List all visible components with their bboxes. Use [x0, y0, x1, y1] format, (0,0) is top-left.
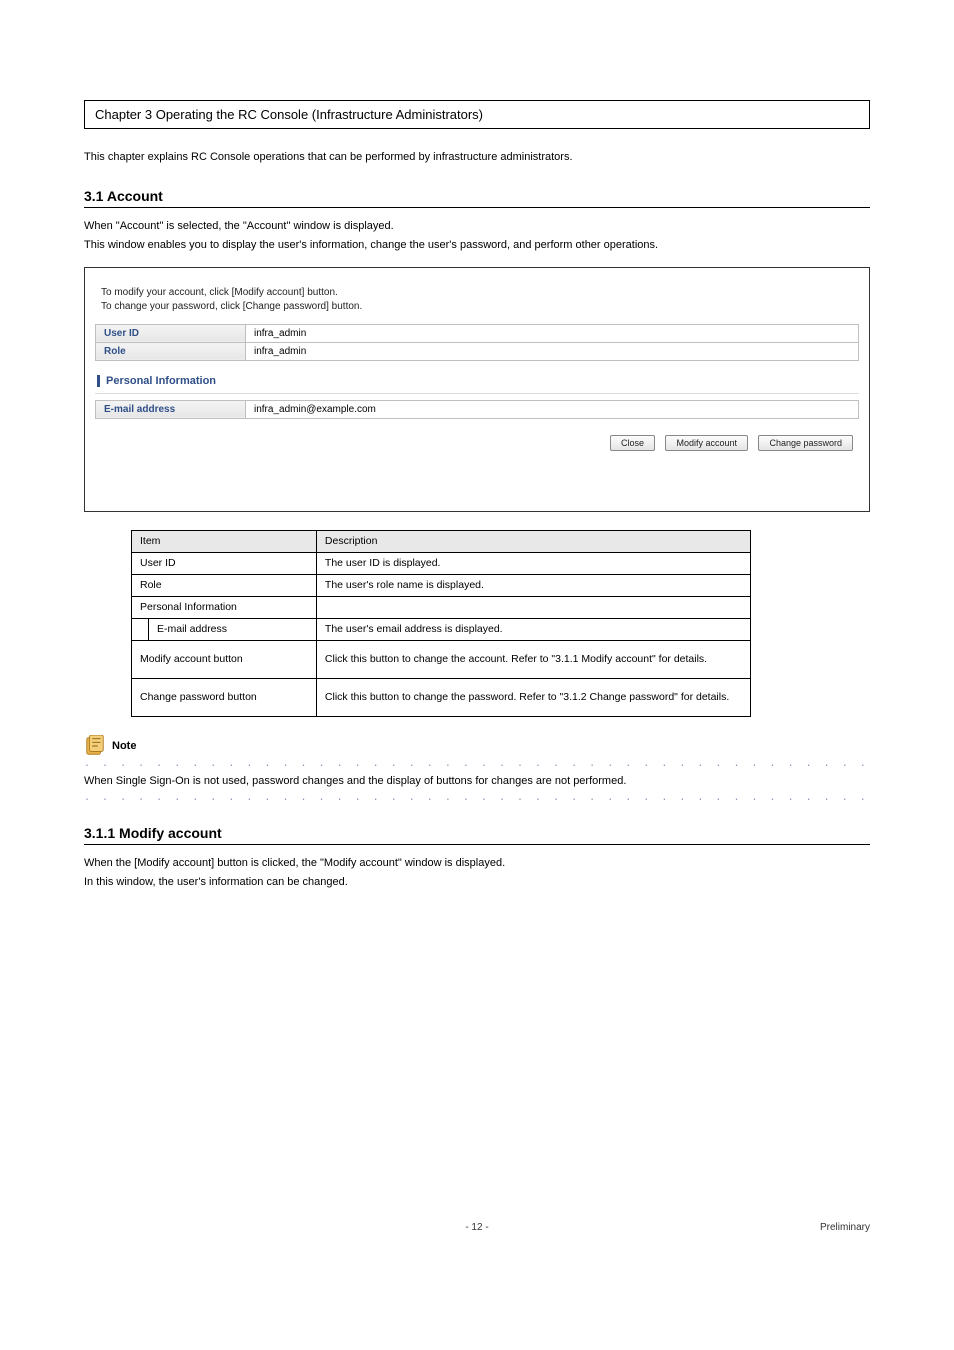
chapter-title: Chapter 3 Operating the RC Console (Infr… — [95, 107, 483, 122]
desc-cell: Click this button to change the password… — [316, 678, 750, 716]
page-footer: - 12 - Preliminary — [84, 1222, 870, 1233]
header-description: Description — [316, 530, 750, 552]
note-icon — [84, 735, 106, 757]
note-header: Note — [84, 735, 870, 757]
header-item: Item — [132, 530, 317, 552]
email-value: infra_admin@example.com — [246, 400, 859, 418]
dotted-rule: . . . . . . . . . . . . . . . . . . . . … — [84, 793, 870, 803]
intro-text: This chapter explains RC Console operati… — [84, 149, 870, 166]
role-label: Role — [96, 342, 246, 360]
item-cell: Role — [132, 574, 317, 596]
footer-status: Preliminary — [820, 1222, 870, 1233]
indent-cell — [132, 618, 149, 640]
desc-cell: The user's role name is displayed. — [316, 574, 750, 596]
chapter-title-box: Chapter 3 Operating the RC Console (Infr… — [84, 100, 870, 129]
table-row: Change password button Click this button… — [132, 678, 751, 716]
user-id-label: User ID — [96, 324, 246, 342]
item-description-table: Item Description User ID The user ID is … — [131, 530, 751, 717]
item-cell: E-mail address — [149, 618, 317, 640]
modify-account-button[interactable]: Modify account — [665, 435, 748, 451]
section-3-1-heading: 3.1 Account — [84, 188, 870, 208]
table-row: User ID The user ID is displayed. — [132, 552, 751, 574]
desc-cell: The user's email address is displayed. — [316, 618, 750, 640]
item-cell: User ID — [132, 552, 317, 574]
personal-info-section-title: Personal Information — [97, 375, 859, 387]
section-3-1-1-body: When the [Modify account] button is clic… — [84, 855, 870, 892]
table-row: Role The user's role name is displayed. — [132, 574, 751, 596]
instruction-line: To modify your account, click [Modify ac… — [101, 286, 859, 300]
desc-cell: The user ID is displayed. — [316, 552, 750, 574]
desc-cell: Click this button to change the account.… — [316, 640, 750, 678]
table-row: Personal Information — [132, 596, 751, 618]
instruction-line: To change your password, click [Change p… — [101, 300, 859, 314]
dotted-rule: . . . . . . . . . . . . . . . . . . . . … — [84, 759, 870, 769]
user-id-value: infra_admin — [246, 324, 859, 342]
section-3-1-1-heading: 3.1.1 Modify account — [84, 825, 870, 845]
table-header-row: Item Description — [132, 530, 751, 552]
divider — [95, 393, 859, 394]
note-title: Note — [112, 740, 136, 752]
page-number: - 12 - — [465, 1222, 488, 1233]
section-3-1-body: When "Account" is selected, the "Account… — [84, 218, 870, 255]
note-body: When Single Sign-On is not used, passwor… — [84, 775, 870, 787]
body-line: When the [Modify account] button is clic… — [84, 855, 870, 873]
item-cell: Modify account button — [132, 640, 317, 678]
body-line: In this window, the user's information c… — [84, 874, 870, 892]
item-cell: Personal Information — [132, 596, 317, 618]
role-value: infra_admin — [246, 342, 859, 360]
account-info-table: User ID infra_admin Role infra_admin — [95, 324, 859, 361]
screenshot-instructions: To modify your account, click [Modify ac… — [101, 286, 859, 314]
table-row: E-mail address The user's email address … — [132, 618, 751, 640]
email-label: E-mail address — [96, 400, 246, 418]
personal-info-table: E-mail address infra_admin@example.com — [95, 400, 859, 419]
body-line: This window enables you to display the u… — [84, 237, 870, 255]
table-row: Role infra_admin — [96, 342, 859, 360]
table-row: E-mail address infra_admin@example.com — [96, 400, 859, 418]
account-window-screenshot: To modify your account, click [Modify ac… — [84, 267, 870, 512]
button-row: Close Modify account Change password — [95, 433, 859, 451]
desc-cell — [316, 596, 750, 618]
change-password-button[interactable]: Change password — [758, 435, 853, 451]
close-button[interactable]: Close — [610, 435, 655, 451]
table-row: Modify account button Click this button … — [132, 640, 751, 678]
note-block: Note . . . . . . . . . . . . . . . . . .… — [84, 735, 870, 803]
table-row: User ID infra_admin — [96, 324, 859, 342]
item-cell: Change password button — [132, 678, 317, 716]
body-line: When "Account" is selected, the "Account… — [84, 218, 870, 236]
